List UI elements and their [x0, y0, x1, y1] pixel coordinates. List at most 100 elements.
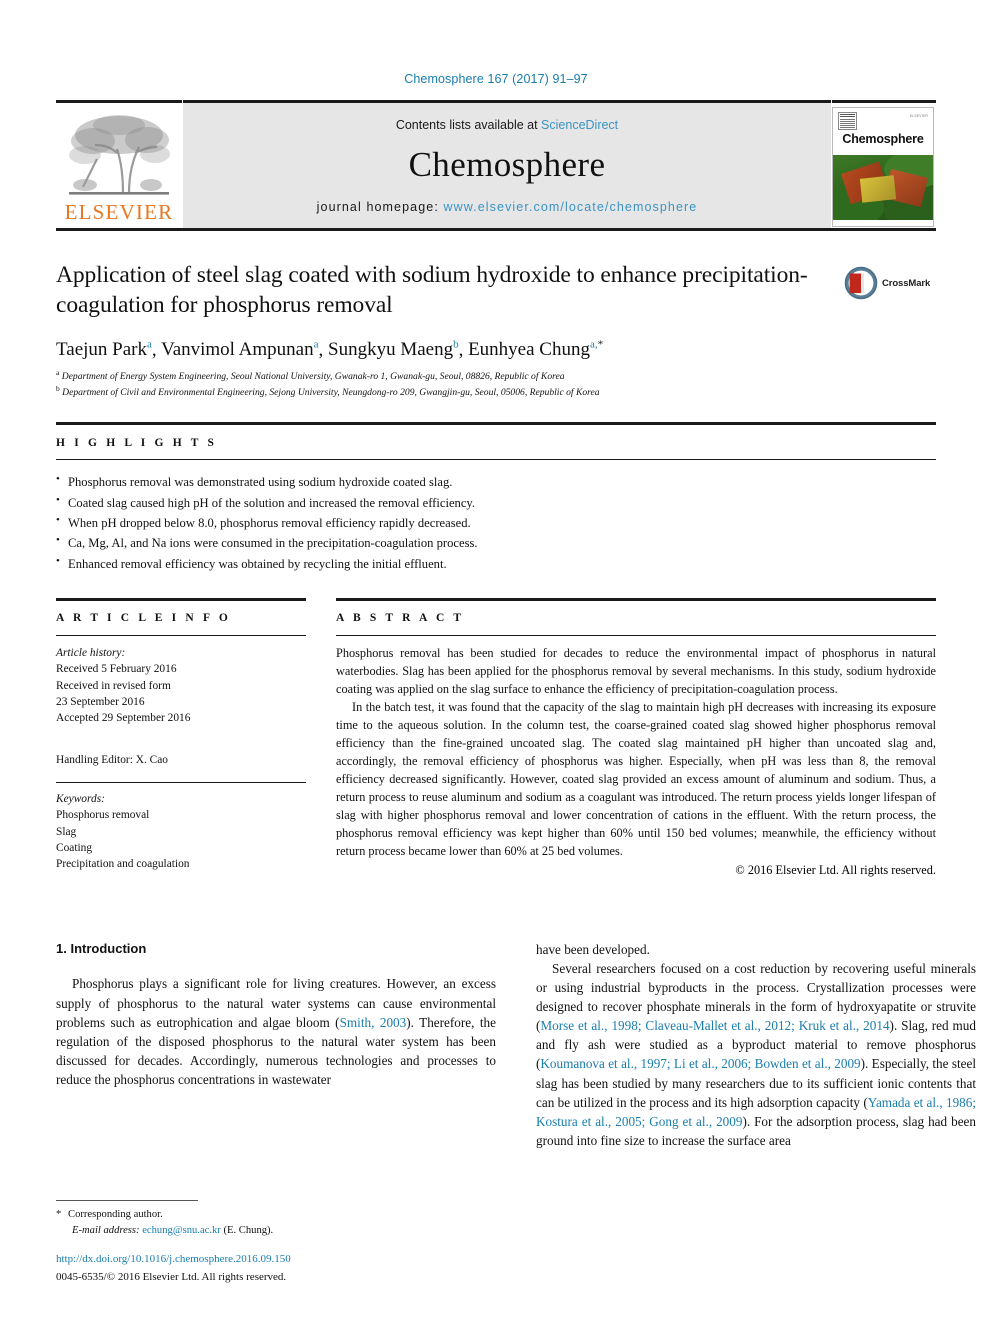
cover-journal-title: Chemosphere [842, 132, 924, 146]
author-4-affiliation-marker: a, [589, 338, 598, 351]
affiliation-a: a Department of Energy System Engineerin… [56, 368, 936, 384]
article-info-top-rule [56, 598, 306, 602]
title-block: CrossMark Application of steel slag coat… [56, 261, 936, 400]
highlights-top-rule [56, 422, 936, 426]
email-note: E-mail address: echung@snu.ac.kr (E. Chu… [56, 1223, 496, 1239]
doi-link[interactable]: http://dx.doi.org/10.1016/j.chemosphere.… [56, 1251, 496, 1268]
author-3: Sungkyu Maengb [328, 338, 459, 361]
journal-masthead: ELSEVIER Contents lists available at Sci… [56, 100, 936, 228]
page-title: Application of steel slag coated with so… [56, 262, 808, 318]
journal-title: Chemosphere [408, 145, 606, 184]
sciencedirect-link[interactable]: ScienceDirect [541, 118, 618, 132]
intro-continuation: have been developed. [536, 941, 650, 957]
article-page: Chemosphere 167 (2017) 91–97 ELSEVIER Co… [0, 0, 992, 1323]
keyword-item: Precipitation and coagulation [56, 858, 190, 871]
author-4: Eunhyea Chunga,* [468, 338, 604, 361]
affiliation-a-text: Department of Energy System Engineering,… [61, 371, 565, 383]
list-item: Coated slag caused high pH of the soluti… [56, 492, 936, 513]
homepage-prefix: journal homepage: [316, 199, 444, 214]
intro-paragraph-1: Phosphorus plays a significant role for … [56, 974, 496, 1089]
info-and-abstract: A R T I C L E I N F O Article history: R… [56, 598, 936, 877]
running-head: Chemosphere 167 (2017) 91–97 [404, 72, 588, 86]
abstract-paragraph-2: In the batch test, it was found that the… [336, 700, 936, 858]
affiliation-a-marker: a [56, 368, 60, 378]
page-footnote: * Corresponding author. E-mail address: e… [56, 1200, 496, 1285]
author-1: Taejun Parka [56, 338, 152, 361]
cover-mini-elsevier-icon [838, 112, 857, 130]
journal-cover-thumbnail: ELSEVIER Chemosphere [832, 100, 936, 228]
email-link[interactable]: echung@snu.ac.kr [142, 1225, 221, 1236]
corresponding-star: * [56, 1209, 62, 1221]
email-suffix: (E. Chung). [223, 1225, 274, 1237]
citation-smith-2003[interactable]: Smith, 2003 [340, 1015, 407, 1030]
keyword-item: Coating [56, 841, 93, 854]
keyword-item: Slag [56, 825, 77, 838]
intro-paragraph-2: Several researchers focused on a cost re… [536, 959, 976, 1150]
article-history-label: Article history: [56, 647, 126, 660]
body-column-right: have been developed. Several researchers… [536, 940, 976, 1151]
corresponding-author-note: * Corresponding author. [56, 1207, 496, 1223]
article-info-column: A R T I C L E I N F O Article history: R… [56, 598, 306, 877]
keywords-block: Keywords: Phosphorus removal Slag Coatin… [56, 782, 306, 872]
contents-lists-line: Contents lists available at ScienceDirec… [396, 118, 618, 132]
list-item: Ca, Mg, Al, and Na ions were consumed in… [56, 532, 936, 553]
author-sep-2: , [318, 339, 328, 361]
cover-bottom-strip [833, 220, 933, 226]
citation-morse-claveau-kruk[interactable]: Morse et al., 1998; Claveau-Mallet et al… [540, 1018, 889, 1033]
elsevier-logo: ELSEVIER [56, 100, 182, 228]
history-accepted: Accepted 29 September 2016 [56, 711, 191, 724]
abstract-paragraph-1: Phosphorus removal has been studied for … [336, 646, 936, 697]
author-2: Vanvimol Ampunana [161, 338, 319, 361]
crossmark-badge[interactable]: CrossMark [844, 263, 936, 303]
corresponding-label: Corresponding author. [68, 1209, 163, 1221]
history-received: Received 5 February 2016 [56, 663, 177, 676]
email-label: E-mail address: [72, 1225, 140, 1237]
affiliation-b-marker: b [56, 384, 60, 394]
masthead-center: Contents lists available at ScienceDirec… [183, 100, 831, 228]
footnote-rule [56, 1200, 198, 1202]
list-item: When pH dropped below 8.0, phosphorus re… [56, 512, 936, 533]
highlights-list: Phosphorus removal was demonstrated usin… [56, 471, 936, 574]
abstract-column: A B S T R A C T Phosphorus removal has b… [336, 598, 936, 877]
author-sep-3: , [458, 339, 469, 361]
history-revised: Received in revised form [56, 679, 171, 692]
cover-image: ELSEVIER Chemosphere [832, 107, 934, 227]
masthead-bottom-rule [56, 228, 936, 231]
citation-koumanova-li-bowden[interactable]: Koumanova et al., 1997; Li et al., 2006;… [540, 1056, 860, 1071]
article-info-label: A R T I C L E I N F O [56, 612, 231, 625]
author-list: Taejun Parka, Vanvimol Ampunana, Sungkyu… [56, 339, 936, 361]
contents-prefix: Contents lists available at [395, 118, 542, 132]
affiliation-b: b Department of Civil and Environmental … [56, 384, 936, 400]
cover-mini-label: ELSEVIER [909, 114, 928, 118]
list-item: Phosphorus removal was demonstrated usin… [56, 471, 936, 492]
history-revised-date: 23 September 2016 [56, 695, 145, 708]
body-columns: 1. Introduction Phosphorus plays a signi… [56, 940, 976, 1151]
cover-artwork-leaves [833, 155, 933, 220]
highlights-inner-rule: Phosphorus removal was demonstrated usin… [56, 459, 936, 574]
abstract-top-rule [336, 598, 936, 602]
leaf-yellow [859, 175, 897, 203]
abstract-body: Phosphorus removal has been studied for … [336, 635, 936, 877]
handling-editor: Handling Editor: X. Cao [56, 754, 168, 767]
keyword-item: Phosphorus removal [56, 809, 150, 822]
author-sep-1: , [151, 339, 162, 361]
crossmark-label: CrossMark [882, 277, 931, 289]
highlights-section: H I G H L I G H T S Phosphorus removal w… [56, 422, 936, 574]
elsevier-tree-icon [69, 115, 170, 195]
crossmark-icon [844, 266, 878, 300]
journal-homepage-line: journal homepage: www.elsevier.com/locat… [317, 200, 698, 214]
issn-copyright: 0045-6535/© 2016 Elsevier Ltd. All right… [56, 1270, 287, 1283]
affiliation-b-text: Department of Civil and Environmental En… [62, 387, 600, 399]
article-info-body: Article history: Received 5 February 201… [56, 635, 306, 872]
affiliation-list: a Department of Energy System Engineerin… [56, 368, 936, 400]
cover-header: ELSEVIER Chemosphere [833, 108, 933, 155]
section-heading-introduction: 1. Introduction [56, 940, 147, 956]
highlights-label: H I G H L I G H T S [56, 437, 218, 450]
elsevier-wordmark: ELSEVIER [64, 200, 174, 224]
abstract-label: A B S T R A C T [336, 612, 465, 625]
keywords-label: Keywords: [56, 793, 105, 806]
abstract-copyright: © 2016 Elsevier Ltd. All rights reserved… [735, 862, 936, 877]
journal-homepage-link[interactable]: www.elsevier.com/locate/chemosphere [443, 200, 697, 214]
body-column-left: 1. Introduction Phosphorus plays a signi… [56, 940, 496, 1151]
